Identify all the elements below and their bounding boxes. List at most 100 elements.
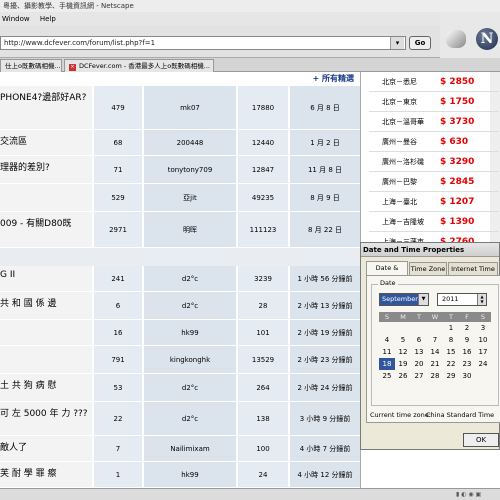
tab-1[interactable]: 仕上o既數碼相機... [0, 59, 62, 72]
table-row[interactable]: 土 共 狗 病 慰 53 d2°c 264 2 小時 24 分鐘前 [0, 374, 360, 402]
more-featured-link[interactable]: + 所有精選 [0, 72, 360, 86]
calendar-day[interactable]: 26 [395, 370, 411, 382]
thread-author[interactable]: Nailimixam [144, 436, 236, 461]
table-row[interactable]: 529 亞jit 49235 8 月 9 日 [0, 184, 360, 212]
calendar-day[interactable]: 3 [475, 322, 491, 334]
thread-author[interactable]: d2°c [144, 402, 236, 435]
fare-price: $ 1750 [440, 97, 475, 107]
spinner-icon[interactable]: ▲ ▼ [477, 294, 486, 305]
thread-title[interactable]: 可 左 5000 年 力 ??? [0, 402, 92, 435]
calendar-day[interactable]: 19 [395, 358, 411, 370]
close-tab-icon[interactable]: × [69, 64, 76, 71]
address-dropdown-icon[interactable]: ▾ [390, 37, 404, 49]
thread-title[interactable] [0, 320, 92, 345]
go-button[interactable]: Go [409, 36, 431, 50]
tab-date-time[interactable]: Date & Time [366, 261, 408, 284]
thread-title[interactable]: 共 和 國 係 邊 [0, 292, 92, 319]
menu-help[interactable]: Help [40, 15, 56, 23]
calendar-day[interactable]: 29 [443, 370, 459, 382]
year-stepper[interactable]: 2011 ▲ ▼ [437, 293, 487, 306]
table-row[interactable]: 理器的差別? 71 tonytony709 12847 11 月 8 日 [0, 156, 360, 184]
fare-item[interactable]: 廣州－巴黎 $ 2845 [369, 172, 499, 192]
thread-author[interactable]: d2°c [144, 266, 236, 291]
calendar-day[interactable]: 11 [379, 346, 395, 358]
ok-button[interactable]: OK [463, 433, 499, 447]
thread-title[interactable]: 芙 耐 學 罪 瘵 [0, 462, 92, 487]
thread-author[interactable]: hk99 [144, 320, 236, 345]
thread-title[interactable]: 土 共 狗 病 慰 [0, 374, 92, 401]
calendar-day[interactable]: 22 [443, 358, 459, 370]
compose-icon[interactable] [446, 30, 466, 48]
table-row[interactable]: G II 241 d2°c 3239 1 小時 56 分鐘前 [0, 266, 360, 292]
calendar-day[interactable]: 15 [443, 346, 459, 358]
calendar-day[interactable]: 4 [379, 334, 395, 346]
address-input[interactable]: http://www.dcfever.com/forum/list.php?f=… [0, 36, 406, 50]
thread-title[interactable] [0, 346, 92, 373]
calendar-day[interactable]: 16 [459, 346, 475, 358]
calendar-day[interactable]: 14 [427, 346, 443, 358]
table-row[interactable]: 芙 耐 學 罪 瘵 1 hk99 24 4 小時 12 分鐘前 [0, 462, 360, 488]
month-select[interactable]: September ▼ [379, 293, 429, 306]
fare-item[interactable]: 上海－臺北 $ 1207 [369, 192, 499, 212]
table-row[interactable]: 敵人了 7 Nailimixam 100 4 小時 7 分鐘前 [0, 436, 360, 462]
calendar-day[interactable]: 28 [427, 370, 443, 382]
table-row[interactable]: 共 和 國 係 邊 6 d2°c 28 2 小時 13 分鐘前 [0, 292, 360, 320]
table-row[interactable]: 791 kingkonghk 13529 2 小時 23 分鐘前 [0, 346, 360, 374]
fare-item[interactable]: 上海－吉隆坡 $ 1390 [369, 212, 499, 232]
calendar-day[interactable]: 18 [379, 358, 395, 370]
calendar-day[interactable]: 7 [427, 334, 443, 346]
table-row[interactable]: 交流區 68 200448 12440 1 月 2 日 [0, 130, 360, 156]
fare-item[interactable]: 廣州－曼谷 $ 630 [369, 132, 499, 152]
calendar-day[interactable]: 8 [443, 334, 459, 346]
calendar-day[interactable]: 24 [475, 358, 491, 370]
fare-item[interactable]: 北京－溫哥華 $ 3730 [369, 112, 499, 132]
table-row[interactable]: PHONE4?邊部好AR? 479 mk07 17880 6 月 8 日 [0, 86, 360, 130]
thread-author[interactable]: 200448 [144, 130, 236, 155]
thread-author[interactable]: d2°c [144, 374, 236, 401]
table-row[interactable]: 可 左 5000 年 力 ??? 22 d2°c 138 3 小時 9 分鐘前 [0, 402, 360, 436]
last-post-date: 3 小時 9 分鐘前 [290, 402, 360, 435]
calendar-day[interactable]: 27 [411, 370, 427, 382]
thread-author[interactable]: tonytony709 [144, 156, 236, 183]
calendar-day[interactable]: 6 [411, 334, 427, 346]
calendar-day[interactable]: 13 [411, 346, 427, 358]
thread-title[interactable]: 009 - 有關D80既 [0, 212, 92, 247]
tab-internet-time[interactable]: Internet Time [448, 262, 498, 275]
calendar-day[interactable]: 25 [379, 370, 395, 382]
table-row[interactable]: 009 - 有關D80既 2971 明晖 111123 8 月 22 日 [0, 212, 360, 248]
fare-item[interactable]: 北京－東京 $ 1750 [369, 92, 499, 112]
calendar-day[interactable]: 12 [395, 346, 411, 358]
calendar-day[interactable]: 9 [459, 334, 475, 346]
tab-time-zone[interactable]: Time Zone [409, 262, 447, 275]
thread-title[interactable]: G II [0, 266, 92, 291]
thread-author[interactable]: 亞jit [144, 184, 236, 211]
thread-title[interactable] [0, 184, 92, 211]
calendar-day[interactable]: 5 [395, 334, 411, 346]
calendar-day[interactable]: 1 [443, 322, 459, 334]
thread-author[interactable]: mk07 [144, 86, 236, 129]
thread-title[interactable]: 理器的差別? [0, 156, 92, 183]
calendar-day[interactable]: 17 [475, 346, 491, 358]
reply-count: 1 [94, 462, 142, 487]
fare-item[interactable]: 廣州－洛杉磯 $ 3290 [369, 152, 499, 172]
calendar-day[interactable]: 21 [427, 358, 443, 370]
calendar-day[interactable]: 20 [411, 358, 427, 370]
calendar-day[interactable]: 23 [459, 358, 475, 370]
calendar-day[interactable]: 30 [459, 370, 475, 382]
thread-title[interactable]: 敵人了 [0, 436, 92, 461]
fare-item[interactable]: 北京－悉尼 $ 2850 [369, 72, 499, 92]
thread-author[interactable]: hk99 [144, 462, 236, 487]
thread-author[interactable]: d2°c [144, 292, 236, 319]
calendar-day[interactable]: 2 [459, 322, 475, 334]
thread-title[interactable]: PHONE4?邊部好AR? [0, 86, 92, 129]
thread-title[interactable]: 交流區 [0, 130, 92, 155]
menu-window[interactable]: Window [2, 15, 30, 23]
chevron-down-icon[interactable]: ▼ [418, 294, 428, 305]
thread-author[interactable]: 明晖 [144, 212, 236, 247]
calendar-day[interactable]: 10 [475, 334, 491, 346]
table-row[interactable]: 16 hk99 101 2 小時 19 分鐘前 [0, 320, 360, 346]
thread-author[interactable]: kingkonghk [144, 346, 236, 373]
fare-price: $ 2845 [440, 177, 475, 187]
fare-price: $ 3290 [440, 157, 475, 167]
tab-2[interactable]: × DCFever.com - 香港最多人上o既數碼相機... [64, 59, 214, 72]
